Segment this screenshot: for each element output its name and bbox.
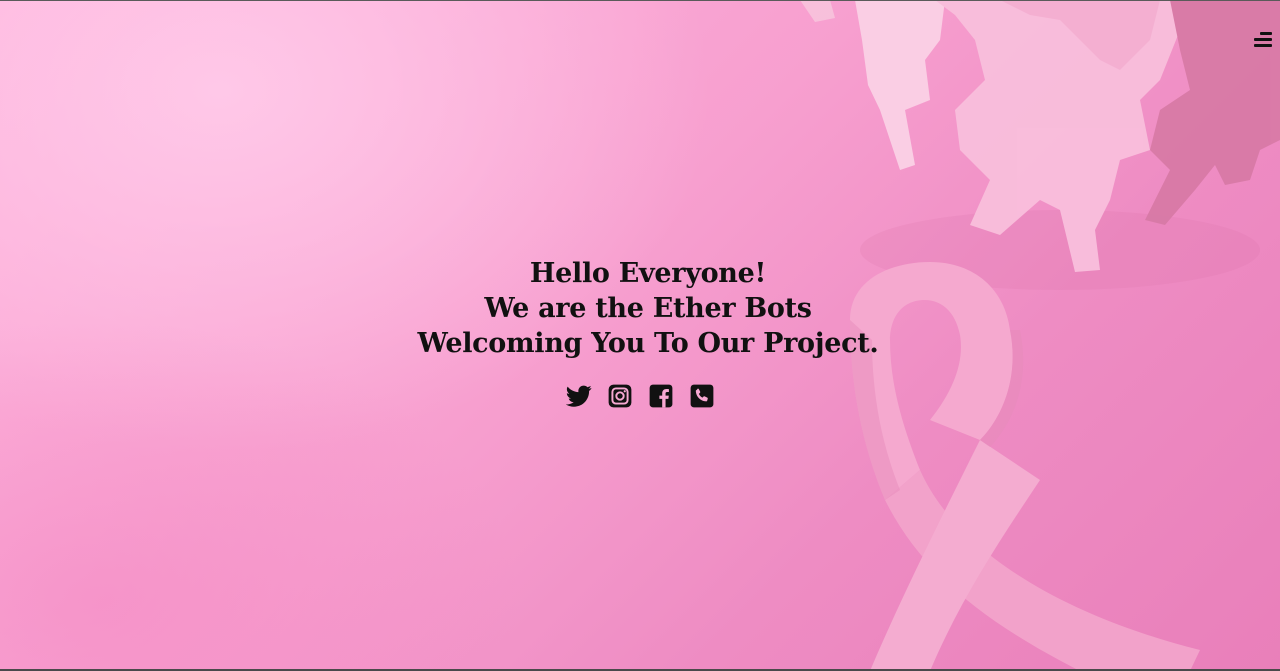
hero-section: Hello Everyone! We are the Ether Bots We… [0,0,1280,671]
facebook-icon [649,384,673,408]
menu-bar [1254,38,1272,41]
phone-icon [690,384,714,408]
twitter-icon [566,385,592,407]
menu-bar [1254,44,1272,47]
top-border [0,0,1280,1]
greeting-line-1: Hello Everyone! [529,258,767,289]
phone-link[interactable] [689,383,715,409]
instagram-link[interactable] [607,383,633,409]
greeting-line-2: We are the Ether Bots [484,293,812,324]
hamburger-menu-icon [1260,32,1272,35]
instagram-icon [608,384,632,408]
twitter-link[interactable] [566,383,592,409]
greeting-line-3: Welcoming You To Our Project. [417,328,879,359]
hero-greeting: Hello Everyone! We are the Ether Bots We… [0,256,1280,361]
social-links [566,383,715,409]
hamburger-menu-button[interactable] [1252,30,1274,48]
facebook-link[interactable] [648,383,674,409]
